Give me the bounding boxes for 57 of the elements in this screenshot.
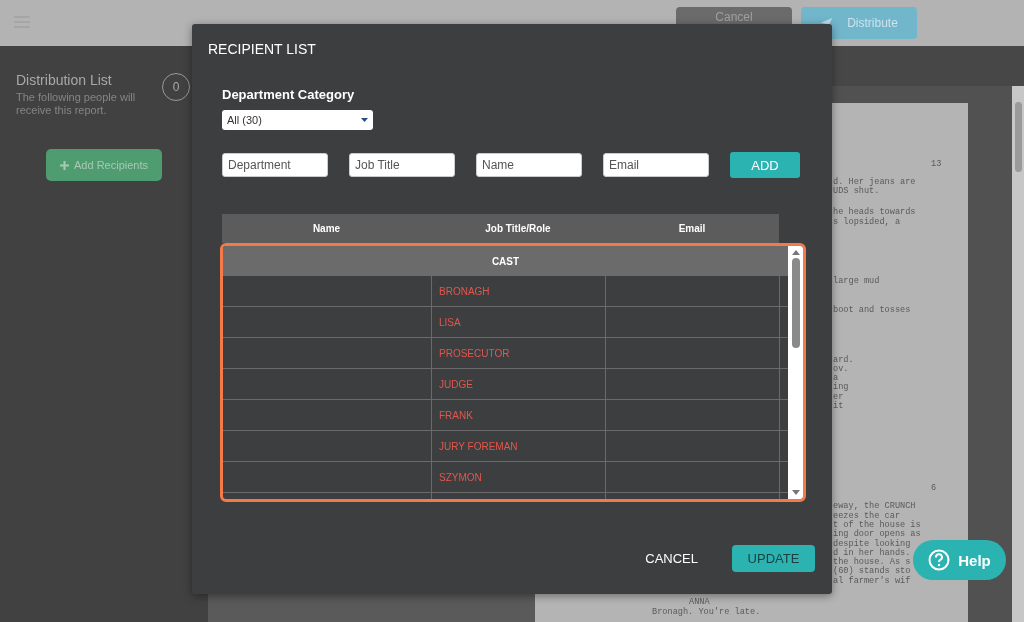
script-line: (60) stands sto	[833, 567, 912, 577]
input-field[interactable]: Department	[222, 153, 328, 177]
scroll-up-icon[interactable]	[791, 250, 800, 255]
add-button[interactable]: ADD	[730, 152, 800, 178]
scrollbar[interactable]	[788, 246, 803, 499]
script-line: despite looking	[833, 539, 912, 549]
script-line: d in her hands.	[833, 548, 912, 558]
column-header: Job Title/Role	[484, 222, 552, 236]
dialog-title: RECIPIENT LIST	[207, 40, 317, 57]
input-field[interactable]: Job Title	[349, 153, 455, 177]
script-line: er	[833, 392, 845, 402]
script-line: ing door opens as	[833, 530, 922, 540]
caret-icon	[361, 118, 368, 122]
script-line: it	[833, 402, 845, 412]
table-cell: FRANK	[432, 400, 606, 430]
script-line: al farmer's wif	[833, 576, 912, 586]
script-line: a	[833, 374, 839, 384]
script-line: d. Her jeans are	[833, 177, 917, 187]
table-cell: SZYMON	[432, 462, 606, 492]
scroll-thumb[interactable]	[791, 258, 800, 348]
column-header: Name	[311, 222, 342, 236]
column-header: Email	[677, 222, 707, 236]
category-label: Department Category	[222, 87, 356, 102]
table-cell: JURY FOREMAN	[432, 431, 606, 461]
group-header: CAST	[223, 246, 788, 276]
scroll-down-icon[interactable]	[791, 490, 800, 495]
page-number: 13	[930, 158, 943, 169]
input-field[interactable]: Name	[476, 153, 582, 177]
script-line: eezes the car	[833, 511, 901, 521]
distribution-title: Distribution List	[16, 72, 113, 88]
script-line: ing	[833, 383, 850, 393]
dialogue-line: Bronagh. You're late.	[652, 607, 762, 617]
cancel-button[interactable]: CANCEL	[639, 545, 704, 572]
script-line: ov.	[833, 364, 850, 375]
help-button[interactable]: Help	[913, 540, 1006, 580]
add-recipients-button[interactable]: Add Recipients	[46, 149, 162, 181]
script-line: ard.	[833, 355, 855, 365]
category-dropdown[interactable]: All (30)	[222, 110, 373, 130]
distribution-description: The following people will receive this report.	[16, 91, 137, 117]
table-cell: PROSECUTOR	[432, 338, 606, 368]
script-line: eway, the CRUNCH	[833, 502, 917, 512]
table-cell: BRONAGH	[432, 276, 606, 306]
plus-icon	[60, 160, 69, 170]
script-line: t of the house is	[833, 520, 922, 530]
script-line: he heads towards	[833, 208, 917, 218]
help-icon	[928, 549, 951, 571]
script-line: UDS shut.	[833, 187, 880, 197]
update-button[interactable]: UPDATE	[732, 545, 815, 572]
script-line: boot and tosses	[833, 306, 912, 316]
input-field[interactable]: Email	[603, 153, 709, 177]
page-number: 6	[930, 483, 938, 494]
script-line: large mud	[833, 276, 881, 287]
character-name: ANNA	[689, 598, 711, 607]
table-cell: LISA	[432, 307, 606, 337]
table-cell: JUDGE	[432, 369, 606, 399]
script-line: s lopsided, a	[833, 217, 902, 227]
scrollbar[interactable]	[1012, 85, 1024, 622]
